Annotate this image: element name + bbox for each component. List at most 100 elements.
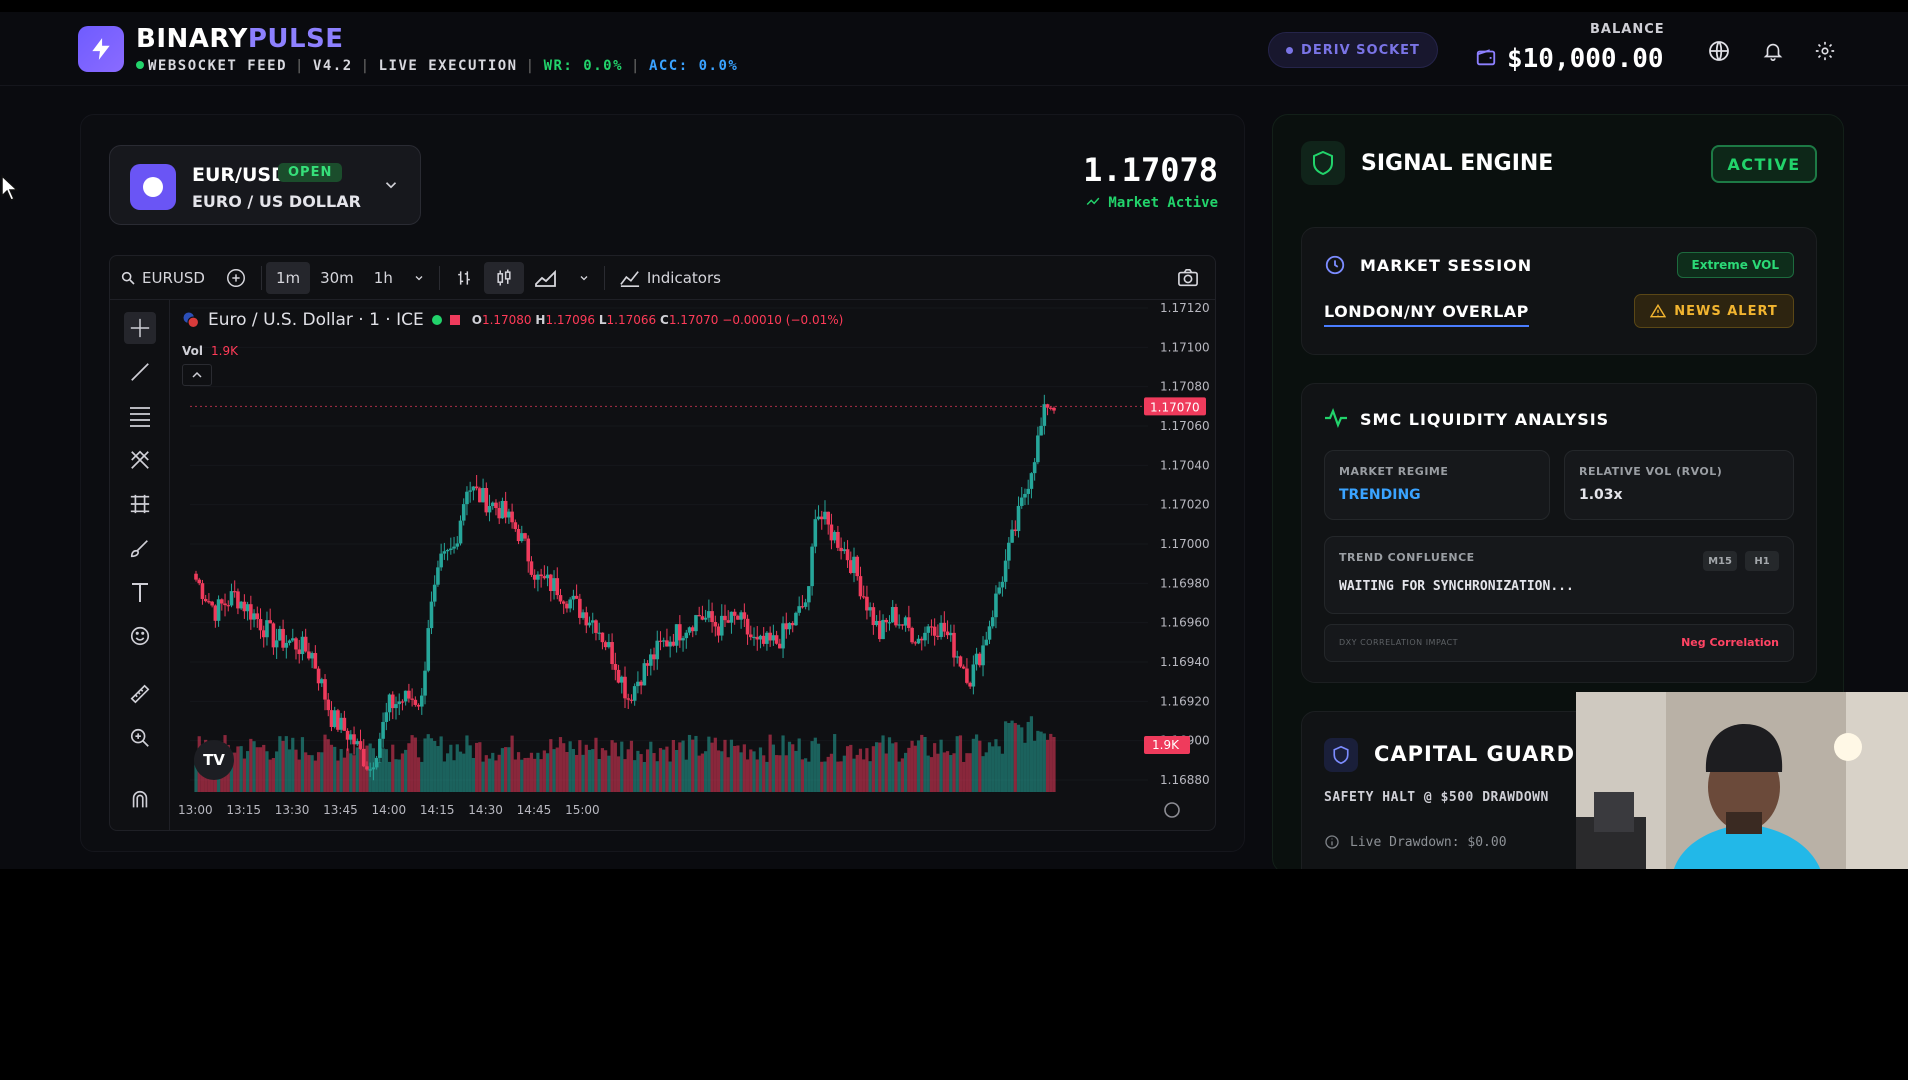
candle-body [978,653,982,666]
volume-bar [629,740,634,792]
crosshair-icon[interactable] [124,312,156,344]
candle-body [752,636,756,639]
version-label: V4.2 [312,58,353,74]
volume-bar [497,754,501,792]
volume-legend: Vol 1.9K [182,344,238,358]
volume-bar [710,742,714,792]
candle-body [429,601,434,629]
compare-button[interactable] [215,256,257,300]
interval-1h[interactable]: 1h [364,256,403,300]
volume-bar [307,755,311,792]
symbol-search[interactable]: EURUSD [110,256,215,300]
volume-bar [436,746,440,792]
price-tick-label: 1.17000 [1160,537,1210,551]
volume-bar [326,739,330,792]
candle-body [349,734,353,740]
volume-bar [1045,739,1050,792]
candle-body [568,599,572,609]
volume-bar [678,742,682,792]
volume-bar [465,735,469,792]
candle-body [368,769,372,771]
candle-body [261,630,266,638]
candle-body [868,607,872,611]
horizontal-lines-icon[interactable] [124,400,156,432]
volume-bar [804,758,808,792]
volume-bar [684,759,688,792]
screenshot-button[interactable] [1167,256,1209,300]
candle-body [852,556,856,573]
candle-body [507,511,511,518]
volume-bar [1023,742,1027,792]
volume-bar [694,735,698,792]
volume-bar [800,759,805,792]
magnet-icon[interactable] [124,784,156,816]
chart-type-dropdown[interactable] [568,256,600,300]
candle-body [487,506,492,513]
candle-body [1007,542,1011,561]
candles-button[interactable] [483,261,524,294]
candle-body [294,638,298,650]
candle-body [242,601,247,612]
interval-dropdown[interactable] [403,256,435,300]
candlestick-chart[interactable]: 1.17120 1.17100 1.17080 1.17060 1.17040 1.170… [170,300,1216,831]
globe-icon[interactable] [1704,36,1734,66]
interval-1m[interactable]: 1m [265,261,311,294]
emoji-icon[interactable] [124,620,156,652]
volume-bar [1020,727,1024,792]
candle-body [536,574,540,580]
candle-body [771,635,776,641]
candle-body [655,640,660,660]
volume-bar [726,757,730,792]
volume-tag-label: 1.9K [1152,738,1180,752]
collapse-legend-button[interactable] [182,364,212,386]
candle-body [555,578,560,596]
fib-retracement-icon[interactable] [124,488,156,520]
candle-body [523,533,527,539]
candle-body [326,699,331,711]
candle-body [987,626,992,640]
candle-body [839,547,843,552]
interval-30m[interactable]: 30m [310,256,364,300]
engine-active-badge[interactable]: ACTIVE [1711,145,1817,183]
candle-body [790,623,795,626]
timeframe-m15-badge: M15 [1703,551,1737,571]
volume-bar [778,755,782,792]
chevron-down-icon[interactable] [382,176,400,198]
candle-body [410,698,414,700]
candle-body [1023,493,1027,498]
bar-type-button[interactable] [444,256,484,300]
volume-bar [771,744,775,792]
volume-bar [820,761,824,792]
brush-icon[interactable] [124,532,156,564]
deriv-socket-pill[interactable]: DERIV SOCKET [1268,32,1438,68]
candle-body [236,591,240,609]
indicators-button[interactable]: Indicators [609,256,731,300]
text-tool-icon[interactable] [124,576,156,608]
volume-bar [336,760,340,792]
candle-body [813,519,818,547]
trend-line-icon[interactable] [124,356,156,388]
candle-body [678,624,682,641]
gear-icon[interactable] [1810,36,1840,66]
volume-bar [507,747,511,792]
volume-bar [578,740,582,792]
candle-body [310,653,314,659]
candle-body [452,546,456,549]
ruler-icon[interactable] [124,678,156,710]
pair-selector[interactable]: EUR/USD OPEN EURO / US DOLLAR [109,145,421,225]
bolt-icon[interactable] [78,26,124,72]
volume-bar [926,755,930,792]
volume-bar [929,757,934,792]
candle-body [619,676,624,683]
area-chart-button[interactable] [524,256,568,300]
rvol-box: RELATIVE VOL (RVOL) 1.03x [1564,450,1794,520]
volume-bar [839,761,843,792]
pattern-icon[interactable] [124,444,156,476]
volume-bar [568,741,572,792]
bell-icon[interactable] [1758,36,1788,66]
candle-body [303,636,308,652]
candle-body [700,616,705,620]
news-alert-button[interactable]: NEWS ALERT [1634,294,1794,328]
zoom-in-icon[interactable] [124,722,156,754]
candle-body [803,602,808,607]
